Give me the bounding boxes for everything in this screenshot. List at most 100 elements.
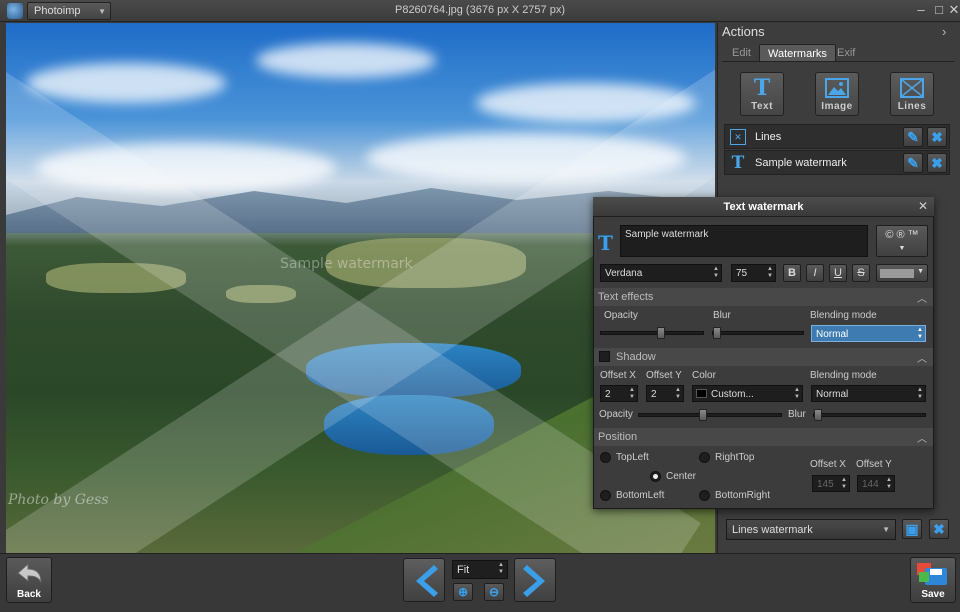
watermark-text-input[interactable]: Sample watermark (620, 225, 868, 257)
section-label: Shadow (616, 351, 656, 363)
save-label: Save (921, 589, 945, 600)
shadow-offset-y-label: Offset Y (646, 370, 682, 381)
position-header[interactable]: Position ︿ (594, 428, 933, 446)
add-text-button[interactable]: T Text (740, 72, 784, 116)
symbols-label: © ® ™ (885, 229, 919, 241)
shadow-opacity-label: Opacity (599, 409, 633, 420)
shadow-offset-x-input[interactable]: 2 ▲ ▼ (600, 385, 638, 402)
chevron-up-icon: ︿ (917, 434, 927, 445)
previous-image-button[interactable] (403, 558, 445, 602)
zoom-input[interactable]: Fit ▲ ▼ (452, 560, 508, 579)
window-title: P8260764.jpg (3676 px X 2757 px) (394, 4, 566, 16)
position-bottomright-radio[interactable] (699, 490, 710, 501)
delete-preset-icon[interactable]: ✖ (929, 519, 949, 539)
chevron-right-icon[interactable]: › (942, 24, 946, 39)
arrow-right-icon (523, 565, 545, 597)
app-name: Photoimp (34, 5, 81, 17)
color-swatch (880, 269, 914, 278)
font-select[interactable]: Verdana ▲ ▼ (600, 264, 722, 282)
shadow-checkbox[interactable] (599, 351, 610, 362)
text-icon: T (753, 75, 771, 101)
blending-mode-label: Blending mode (810, 310, 877, 321)
slider-thumb[interactable] (699, 409, 707, 421)
delete-icon[interactable]: ✖ (927, 127, 947, 147)
close-icon[interactable]: ✕ (947, 3, 960, 17)
chevron-down-icon: ▼ (882, 525, 890, 534)
minimize-icon[interactable]: – (914, 3, 928, 17)
slider-thumb[interactable] (814, 409, 822, 421)
position-bottomleft-radio[interactable] (600, 490, 611, 501)
app-menu-dropdown[interactable]: Photoimp ▼ (27, 2, 111, 20)
arrow-left-icon (416, 565, 438, 597)
spinner-icon: ▲ ▼ (713, 266, 719, 279)
position-topleft-radio[interactable] (600, 452, 611, 463)
zoom-out-icon[interactable]: ⊖ (484, 583, 504, 601)
shadow-offset-x-label: Offset X (600, 370, 636, 381)
position-center-radio[interactable] (650, 471, 661, 482)
preset-value: Lines watermark (732, 524, 813, 536)
blending-value: Normal (816, 389, 849, 400)
font-value: Verdana (605, 268, 643, 279)
tab-watermarks[interactable]: Watermarks (759, 44, 836, 62)
slider-thumb[interactable] (657, 327, 665, 339)
chevron-up-icon: ︿ (917, 354, 927, 365)
shadow-blending-label: Blending mode (810, 370, 877, 381)
offset-x-value: 2 (605, 389, 611, 400)
blending-value: Normal (816, 329, 849, 340)
italic-button[interactable]: I (806, 264, 824, 282)
save-preset-icon[interactable]: ▣ (902, 519, 922, 539)
spinner-icon: ▲ ▼ (767, 266, 773, 279)
preset-dropdown[interactable]: Lines watermark ▼ (726, 519, 896, 540)
section-label: Position (598, 431, 638, 443)
chevron-down-icon: ▼ (98, 7, 106, 16)
shadow-header[interactable]: Shadow ︿ (594, 348, 933, 366)
close-icon[interactable]: ✕ (918, 199, 928, 213)
edit-pencil-icon[interactable]: ✎ (903, 127, 923, 147)
bold-button[interactable]: B (783, 264, 801, 282)
back-arrow-icon (17, 562, 42, 584)
watermark-list-item[interactable]: ✕ Lines ✎ ✖ (724, 124, 950, 149)
shadow-color-select[interactable]: Custom... ▲ ▼ (692, 385, 803, 402)
strikethrough-button[interactable]: S (852, 264, 870, 282)
spinner-icon: ▲ ▼ (886, 477, 892, 490)
add-lines-button[interactable]: Lines (890, 72, 934, 116)
slider-thumb[interactable] (713, 327, 721, 339)
section-label: Text effects (598, 291, 654, 303)
position-offset-x-label: Offset X (810, 459, 846, 470)
symbols-button[interactable]: © ® ™ ▼ (876, 225, 928, 257)
delete-icon[interactable]: ✖ (927, 153, 947, 173)
text-opacity-slider[interactable] (600, 327, 704, 339)
shadow-opacity-slider[interactable] (638, 409, 782, 421)
text-color-picker[interactable]: ▼ (876, 264, 928, 282)
position-offset-x-input[interactable]: 145 ▲ ▼ (812, 475, 850, 492)
next-image-button[interactable] (514, 558, 556, 602)
chevron-down-icon: ▼ (898, 245, 906, 252)
position-offset-y-label: Offset Y (856, 459, 892, 470)
app-icon (7, 3, 23, 19)
spinner-icon: ▲ ▼ (629, 387, 635, 400)
position-righttop-radio[interactable] (699, 452, 710, 463)
zoom-in-icon[interactable]: ⊕ (453, 583, 473, 601)
tab-edit[interactable]: Edit (724, 44, 759, 62)
font-size-value: 75 (736, 268, 748, 279)
text-blending-select[interactable]: Normal ▲ ▼ (811, 325, 926, 342)
position-offset-y-input[interactable]: 144 ▲ ▼ (857, 475, 895, 492)
shadow-blur-slider[interactable] (813, 409, 926, 421)
spinner-icon[interactable]: ▲ ▼ (496, 562, 506, 577)
back-button[interactable]: Back (6, 557, 52, 603)
edit-pencil-icon[interactable]: ✎ (903, 153, 923, 173)
tab-exif[interactable]: Exif (829, 44, 863, 62)
shadow-blending-select[interactable]: Normal ▲ ▼ (811, 385, 926, 402)
maximize-icon[interactable]: □ (932, 3, 946, 17)
text-effects-header[interactable]: Text effects ︿ (594, 288, 933, 306)
add-image-button[interactable]: Image (815, 72, 859, 116)
text-blur-slider[interactable] (712, 327, 804, 339)
font-size-input[interactable]: 75 ▲ ▼ (731, 264, 776, 282)
zoom-value: Fit (457, 564, 470, 576)
shadow-color-label: Color (692, 370, 716, 381)
watermark-list-item[interactable]: T Sample watermark ✎ ✖ (724, 150, 950, 175)
save-button[interactable]: Save (910, 557, 956, 603)
underline-button[interactable]: U (829, 264, 847, 282)
shadow-offset-y-input[interactable]: 2 ▲ ▼ (646, 385, 684, 402)
photo-watermark-text: Sample watermark (280, 256, 413, 272)
